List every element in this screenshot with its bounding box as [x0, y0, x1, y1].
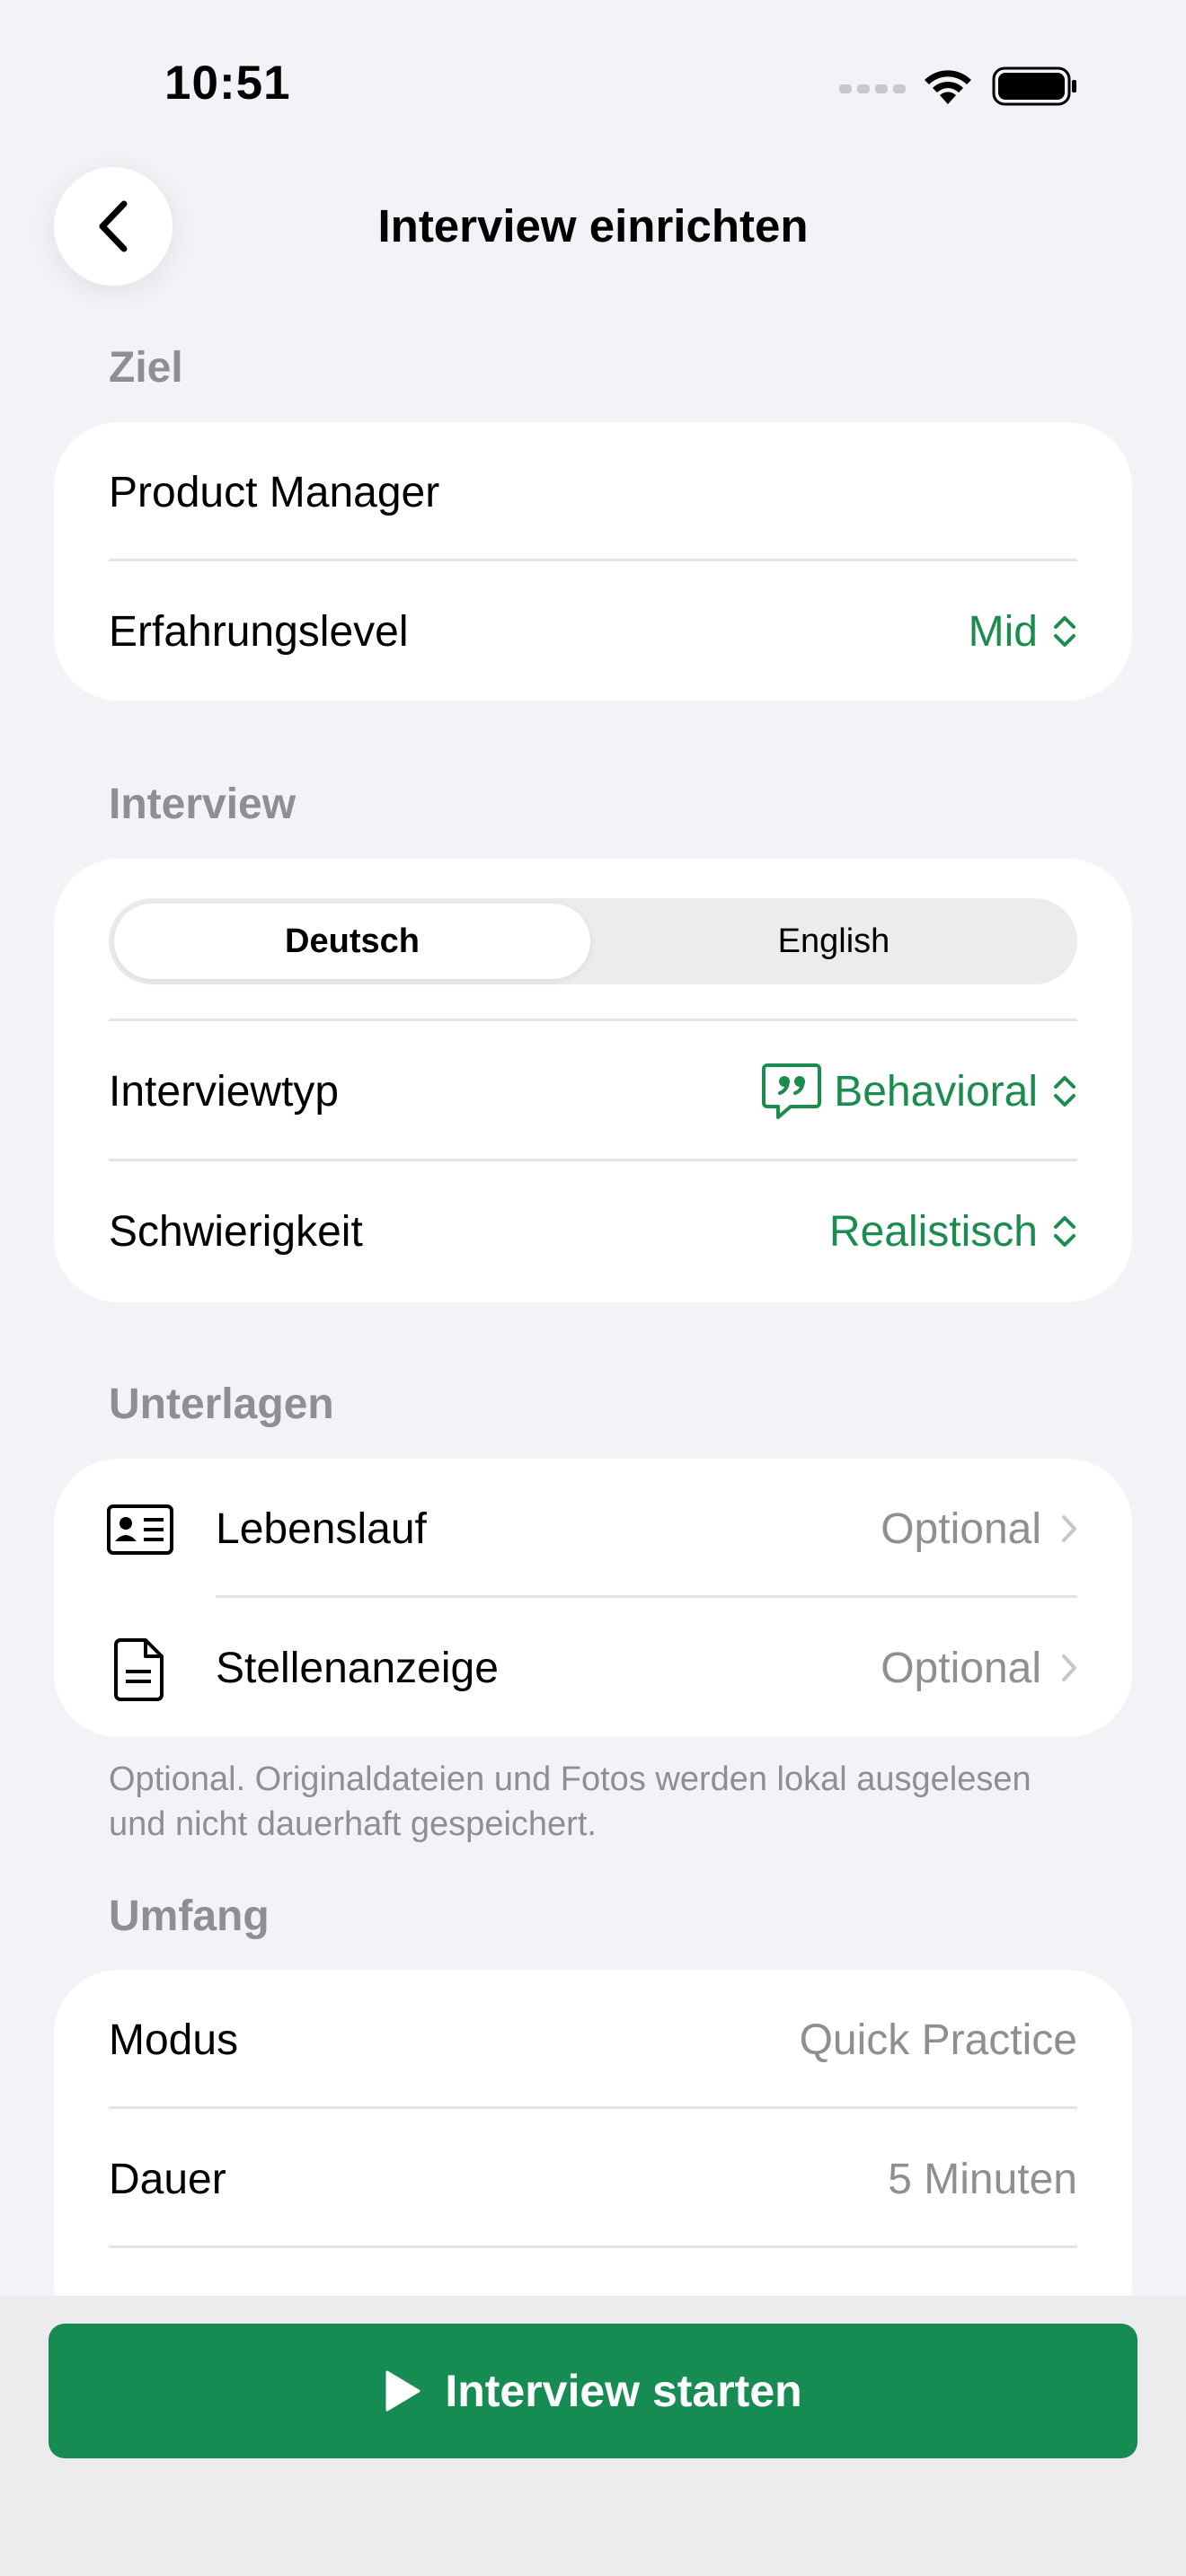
- duration-value: 5 Minuten: [888, 2155, 1077, 2203]
- up-down-chevron-icon: [1054, 1216, 1075, 1247]
- page-title: Interview einrichten: [377, 200, 809, 251]
- document-icon: [114, 1638, 164, 1701]
- quote-bubble-icon: [762, 1063, 822, 1119]
- divider: [109, 2245, 1077, 2248]
- interview-type-label: Interviewtyp: [109, 1067, 340, 1116]
- experience-level-value: Mid: [968, 607, 1038, 656]
- role-row[interactable]: Product Manager: [54, 422, 1132, 562]
- resume-value: Optional: [881, 1504, 1041, 1553]
- start-interview-label: Interview starten: [445, 2366, 802, 2416]
- documents-card: Lebenslauf Optional Stellenanzeige Optio…: [54, 1459, 1132, 1737]
- chevron-right-icon: [1062, 1654, 1076, 1681]
- experience-level-label: Erfahrungslevel: [109, 607, 409, 656]
- signal-icon: [839, 84, 906, 93]
- difficulty-label: Schwierigkeit: [109, 1207, 363, 1256]
- up-down-chevron-icon: [1054, 1076, 1075, 1107]
- mode-row[interactable]: Modus Quick Practice: [54, 1970, 1132, 2110]
- section-label-scope: Umfang: [109, 1892, 270, 1940]
- status-icons: [839, 63, 1082, 113]
- language-segmented-control: Deutsch English: [109, 898, 1077, 984]
- mode-value: Quick Practice: [799, 2016, 1077, 2064]
- interview-setup-screen: 10:51 Interview einrichten Ziel Product …: [0, 0, 1186, 2576]
- resume-label: Lebenslauf: [216, 1504, 427, 1553]
- difficulty-picker[interactable]: Realistisch: [829, 1207, 1077, 1257]
- job-ad-label: Stellenanzeige: [216, 1644, 499, 1692]
- wifi-icon: [925, 70, 971, 104]
- job-ad-value: Optional: [881, 1644, 1041, 1692]
- difficulty-value: Realistisch: [828, 1207, 1038, 1256]
- section-label-documents: Unterlagen: [109, 1381, 334, 1428]
- resume-row[interactable]: Lebenslauf Optional: [54, 1459, 1132, 1599]
- interview-type-value: Behavioral: [834, 1067, 1038, 1116]
- language-option-deutsch[interactable]: Deutsch: [114, 904, 590, 979]
- duration-label: Dauer: [109, 2155, 226, 2203]
- interview-card: Deutsch English Interviewtyp Behavioral: [54, 859, 1132, 1302]
- resume-status: Optional: [881, 1504, 1077, 1554]
- difficulty-row[interactable]: Schwierigkeit Realistisch: [54, 1161, 1132, 1301]
- documents-footnote: Optional. Originaldateien und Fotos werd…: [109, 1760, 1031, 1843]
- role-value: Product Manager: [109, 468, 440, 516]
- play-icon: [385, 2370, 420, 2412]
- scope-card: Modus Quick Practice Dauer 5 Minuten: [54, 1970, 1132, 2347]
- goal-card: Product Manager Erfahrungslevel Mid: [54, 422, 1132, 701]
- interview-type-row[interactable]: Interviewtyp Behavioral: [54, 1021, 1132, 1161]
- up-down-chevron-icon: [1054, 616, 1075, 647]
- start-interview-button[interactable]: Interview starten: [49, 2324, 1137, 2458]
- interview-type-picker[interactable]: Behavioral: [760, 1062, 1077, 1121]
- status-time: 10:51: [164, 57, 291, 110]
- experience-level-picker[interactable]: Mid: [969, 607, 1077, 657]
- duration-row[interactable]: Dauer 5 Minuten: [54, 2109, 1132, 2249]
- mode-label: Modus: [109, 2016, 239, 2064]
- battery-icon: [992, 66, 1076, 106]
- section-label-interview: Interview: [109, 781, 296, 828]
- job-ad-status: Optional: [881, 1644, 1077, 1693]
- language-option-english[interactable]: English: [596, 904, 1072, 979]
- experience-level-row[interactable]: Erfahrungslevel Mid: [54, 561, 1132, 701]
- section-label-goal: Ziel: [109, 344, 183, 392]
- job-ad-row[interactable]: Stellenanzeige Optional: [54, 1598, 1132, 1738]
- id-card-icon: [107, 1504, 173, 1555]
- chevron-right-icon: [1062, 1515, 1076, 1542]
